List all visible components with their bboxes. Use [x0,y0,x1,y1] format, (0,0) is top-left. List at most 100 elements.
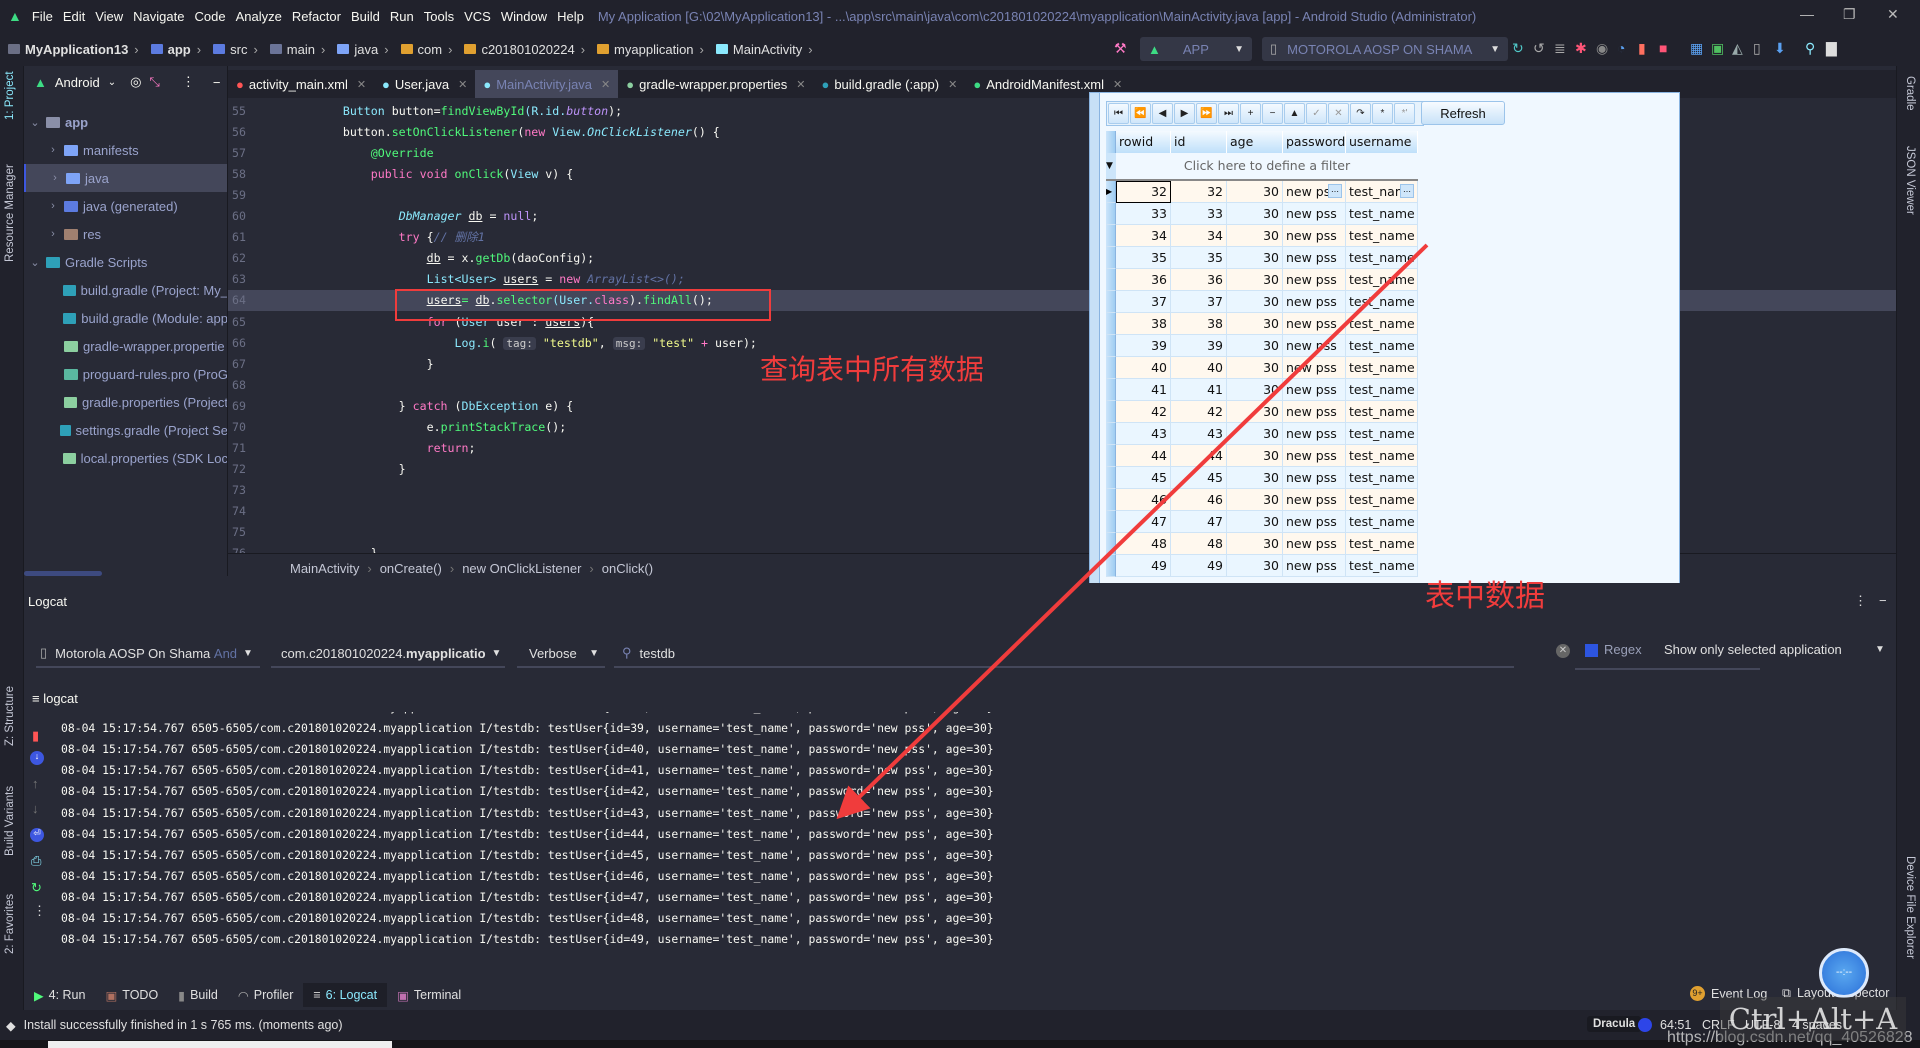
close-tab-icon[interactable]: ✕ [601,78,610,91]
chevron-right-icon[interactable]: › [46,200,60,212]
more-icon[interactable]: ⋮ [1854,593,1867,609]
menu-help[interactable]: Help [557,9,584,24]
cell-age[interactable]: 30 [1227,401,1283,423]
cell-rowid[interactable]: 48 [1116,533,1171,555]
cell-password[interactable]: new pss [1283,291,1346,313]
gradle-tab[interactable]: Gradle [1904,76,1916,111]
column-header[interactable]: age [1227,131,1283,153]
navigator-button[interactable]: ↷ [1350,103,1371,124]
cell-age[interactable]: 30 [1227,555,1283,577]
cell-password[interactable]: new pss [1283,379,1346,401]
cell-password[interactable]: new pss [1283,423,1346,445]
table-row[interactable]: 45 45 30 new pss test_name [1106,467,1418,489]
cell-password[interactable]: new pss [1283,467,1346,489]
navigator-button[interactable]: ⏩ [1196,103,1217,124]
structure-tab[interactable]: Z: Structure [4,686,16,746]
menu-run[interactable]: Run [390,9,414,24]
cell-password[interactable]: new pss [1283,445,1346,467]
floating-clock-widget[interactable]: --:-- [1819,948,1869,998]
log-level-selector[interactable]: Verbose ▼ [517,640,605,668]
cell-username[interactable]: test_name [1346,489,1418,511]
menu-edit[interactable]: Edit [63,9,85,24]
cell-id[interactable]: 38 [1171,313,1227,335]
navigator-button[interactable]: ▲ [1284,103,1305,124]
restore-button[interactable]: ❐ [1843,6,1856,23]
search-icon[interactable]: ⚲ [1805,40,1815,57]
chevron-down-icon[interactable]: ⌄ [28,256,42,269]
nav-crumb[interactable]: MyApplication13 › [8,42,145,57]
clear-log-icon[interactable]: ▮ [32,728,39,744]
cell-username[interactable]: test_name [1346,533,1418,555]
table-row[interactable]: 46 46 30 new pss test_name [1106,489,1418,511]
cell-username[interactable]: test_name [1346,357,1418,379]
layout-icon[interactable]: ▦ [1690,40,1703,57]
more-icon[interactable]: ⋮ [182,74,195,90]
nav-crumb[interactable]: c201801020224 › [464,42,591,57]
hide-icon[interactable]: − [213,75,221,90]
tree-item[interactable]: › res [24,220,227,248]
cell-age[interactable]: 30 [1227,445,1283,467]
print-icon[interactable]: ⎙ [31,853,41,869]
cell-age[interactable]: 30 [1227,467,1283,489]
tree-item[interactable]: ⌄ Gradle Scripts [24,248,227,276]
cell-username[interactable]: test_name [1346,445,1418,467]
cell-id[interactable]: 42 [1171,401,1227,423]
cell-username[interactable]: test_name [1346,423,1418,445]
menu-navigate[interactable]: Navigate [133,9,184,24]
cell-age[interactable]: 30 [1227,313,1283,335]
table-row[interactable]: 37 37 30 new pss test_name [1106,291,1418,313]
cell-username[interactable]: test_name [1346,269,1418,291]
tree-item[interactable]: ⌄ app [24,108,227,136]
ellipsis-button[interactable]: … [1400,184,1414,198]
menu-analyze[interactable]: Analyze [236,9,282,24]
cell-password[interactable]: new pss [1283,511,1346,533]
hammer-icon[interactable]: ⚒ [1114,40,1127,57]
tree-item[interactable]: ›local.properties (SDK Loc [24,444,227,472]
cell-id[interactable]: 46 [1171,489,1227,511]
editor-tab[interactable]: ● User.java ✕ [374,70,475,98]
terminal-icon[interactable]: ▣ [1711,40,1724,57]
build-variants-tab[interactable]: Build Variants [4,786,16,856]
cell-id[interactable]: 49 [1171,555,1227,577]
hide-icon[interactable]: − [1879,593,1887,608]
cell-age[interactable]: 30 [1227,247,1283,269]
favorites-tab[interactable]: 2: Favorites [4,894,16,954]
cell-rowid[interactable]: 47 [1116,511,1171,533]
cell-rowid[interactable]: 43 [1116,423,1171,445]
avd-manager-icon[interactable]: ▯ [1753,40,1761,57]
breadcrumb-item[interactable]: onCreate() [380,561,442,576]
nav-crumb[interactable]: MainActivity › [715,42,819,57]
cell-age[interactable]: 30 [1227,533,1283,555]
cell-age[interactable]: 30 [1227,379,1283,401]
soft-wrap-icon[interactable]: ⏎ [30,828,44,842]
cell-password[interactable]: new pss [1283,489,1346,511]
indent-setting[interactable]: 4 spaces [1792,1018,1842,1032]
column-header[interactable]: password [1283,131,1346,153]
cell-username[interactable]: test_name [1346,379,1418,401]
tree-item[interactable]: › manifests [24,136,227,164]
resource-manager-tab[interactable]: Resource Manager [4,164,16,262]
close-tab-icon[interactable]: ✕ [458,78,467,91]
breadcrumb-item[interactable]: onClick() [602,561,653,576]
cell-id[interactable]: 41 [1171,379,1227,401]
cell-rowid[interactable]: 40 [1116,357,1171,379]
cell-rowid[interactable]: 35 [1116,247,1171,269]
table-row[interactable]: 40 40 30 new pss test_name [1106,357,1418,379]
column-header[interactable]: id [1171,131,1227,153]
menu-refactor[interactable]: Refactor [292,9,341,24]
menu-vcs[interactable]: VCS [464,9,491,24]
cell-rowid[interactable]: 42 [1116,401,1171,423]
device-file-explorer-tab[interactable]: Device File Explorer [1904,856,1916,959]
editor-tab[interactable]: ● MainActivity.java ✕ [475,70,619,98]
ellipsis-button[interactable]: … [1328,184,1342,198]
up-icon[interactable]: ↑ [32,776,39,791]
table-row[interactable]: ▶ 32 32 30 new pss… test_name… [1106,181,1418,203]
bottom-tab[interactable]: ▮ Build [168,983,228,1008]
cell-id[interactable]: 37 [1171,291,1227,313]
sync-icon[interactable]: ◭ [1732,40,1743,57]
cell-username[interactable]: test_name… [1346,181,1418,203]
device-selector[interactable]: ▯ Motorola AOSP On Shama And ▼ [36,640,260,668]
nav-crumb[interactable]: main › [269,42,332,57]
navigator-button[interactable]: ⏮ [1108,103,1129,124]
cell-age[interactable]: 30 [1227,181,1283,203]
